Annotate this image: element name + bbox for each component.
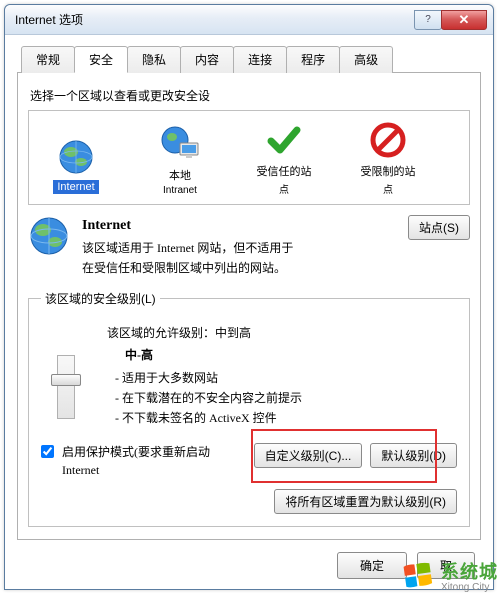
client-area: 常规 安全 隐私 内容 连接 程序 高级 选择一个区域以查看或更改安全设 Int…	[5, 35, 493, 589]
tab-general[interactable]: 常规	[21, 46, 75, 73]
zone-desc-line1: 该区域适用于 Internet 网站，但不适用于	[82, 239, 398, 258]
close-button[interactable]: ✕	[441, 10, 487, 30]
windows-logo-icon	[401, 559, 435, 593]
level-bullet: - 不下载未签名的 ActiveX 控件	[115, 408, 457, 428]
current-level-name: 中-高	[125, 345, 457, 365]
help-button[interactable]: ?	[414, 10, 442, 30]
tab-content[interactable]: 内容	[180, 46, 234, 73]
reset-all-zones-button[interactable]: 将所有区域重置为默认级别(R)	[274, 489, 457, 514]
allowed-levels-label: 该区域的允许级别：中到高	[107, 323, 457, 343]
titlebar[interactable]: Internet 选项 ? ✕	[5, 5, 493, 35]
level-bullet: - 适用于大多数网站	[115, 368, 457, 388]
zone-internet[interactable]: Internet	[33, 136, 119, 196]
tab-advanced[interactable]: 高级	[339, 46, 393, 73]
zone-trusted[interactable]: 受信任的站 点	[241, 119, 327, 196]
globe-monitor-icon	[137, 123, 223, 163]
zone-name: Internet	[82, 215, 398, 237]
protected-mode-checkbox[interactable]	[41, 445, 54, 458]
security-panel: 选择一个区域以查看或更改安全设 Internet 本地 Intranet	[17, 73, 481, 540]
sites-button[interactable]: 站点(S)	[408, 215, 470, 240]
watermark: 系统城 Xitong City	[401, 558, 498, 593]
default-level-button[interactable]: 默认级别(D)	[370, 443, 457, 468]
watermark-text: 系统城	[441, 558, 498, 584]
zone-description: Internet 该区域适用于 Internet 网站，但不适用于 在受信任和受…	[28, 215, 470, 278]
security-level-slider[interactable]	[57, 355, 75, 419]
window-title: Internet 选项	[15, 11, 415, 28]
zone-restricted[interactable]: 受限制的站 点	[345, 119, 431, 196]
tab-privacy[interactable]: 隐私	[127, 46, 181, 73]
zone-local-intranet[interactable]: 本地 Intranet	[137, 123, 223, 196]
security-level-group: 该区域的安全级别(L) 该区域的允许级别：中到高 中-高 - 适用于大多数网站 …	[28, 290, 470, 527]
globe-icon	[33, 136, 119, 176]
level-bullet: - 在下载潜在的不安全内容之前提示	[115, 388, 457, 408]
tab-programs[interactable]: 程序	[286, 46, 340, 73]
zone-list[interactable]: Internet 本地 Intranet 受信任的站 点	[28, 110, 470, 205]
prohibited-icon	[345, 119, 431, 159]
security-level-legend: 该区域的安全级别(L)	[41, 290, 160, 307]
titlebar-buttons: ? ✕	[415, 10, 487, 30]
globe-icon	[28, 215, 72, 278]
tab-strip: 常规 安全 隐私 内容 连接 程序 高级	[17, 45, 481, 73]
protected-mode-label: 启用保护模式(要求重新启动 Internet	[62, 443, 212, 479]
tab-connections[interactable]: 连接	[233, 46, 287, 73]
slider-thumb[interactable]	[51, 374, 81, 386]
zone-desc-line2: 在受信任和受限制区域中列出的网站。	[82, 259, 398, 278]
checkmark-icon	[241, 119, 327, 159]
ok-button[interactable]: 确定	[337, 552, 407, 579]
zone-select-label: 选择一个区域以查看或更改安全设	[30, 87, 470, 104]
custom-level-button[interactable]: 自定义级别(C)...	[254, 443, 363, 468]
internet-options-dialog: Internet 选项 ? ✕ 常规 安全 隐私 内容 连接 程序 高级 选择一…	[4, 4, 494, 590]
tab-security[interactable]: 安全	[74, 46, 128, 73]
